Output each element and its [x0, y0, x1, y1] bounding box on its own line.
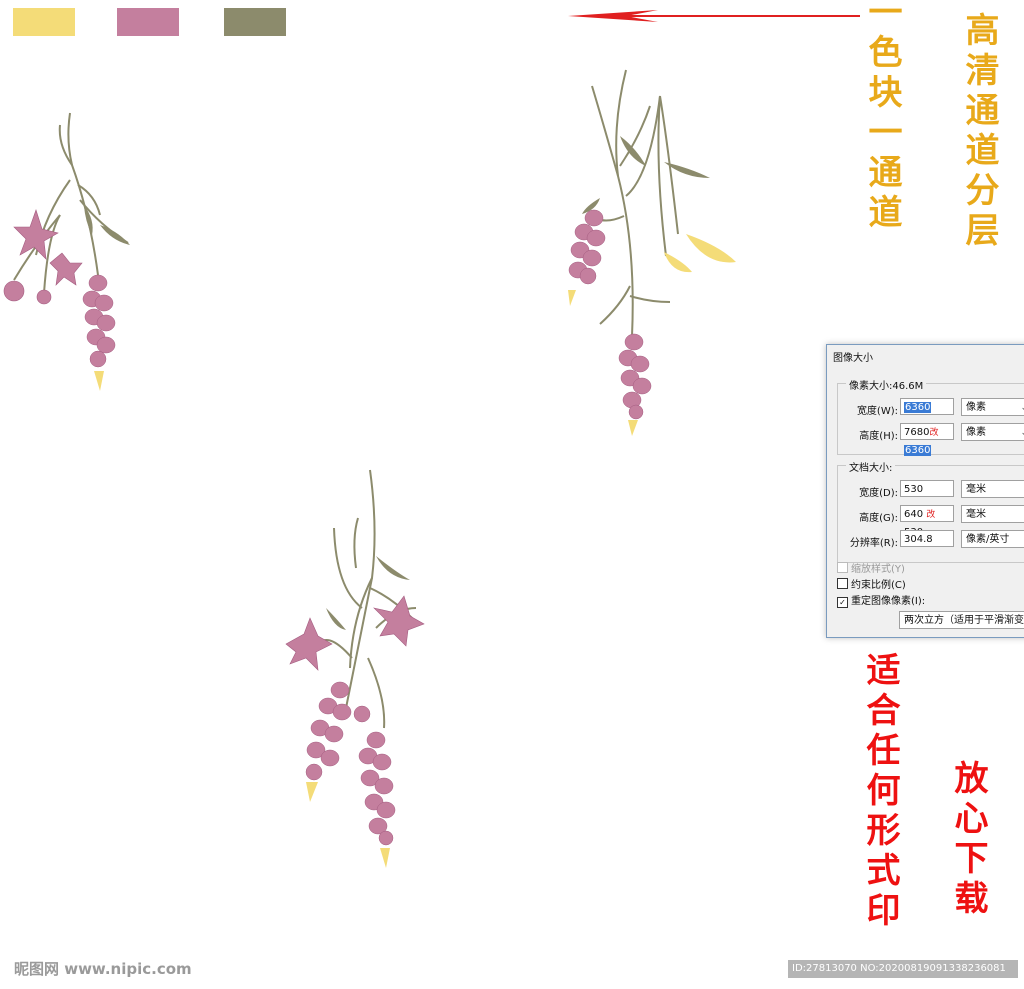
pixel-height-value: 6360	[904, 445, 932, 456]
document-size-group: 文档大小: 宽度(D): 530 毫米 高度(G): 640 改 530 毫米 …	[837, 459, 1024, 563]
pixel-dimensions-group: 像素大小:46.6M 宽度(W): 6360 像素 ⌄ 高度(H): 7680改 6…	[837, 377, 1024, 456]
resolution-label: 分辨率(R):	[849, 538, 898, 549]
scale-styles-checkbox[interactable]: 缩放样式(Y)	[837, 560, 905, 575]
resample-method-select[interactable]: 两次立方（适用于平滑渐变	[899, 611, 1024, 629]
resolution-input[interactable]: 304.8	[900, 530, 954, 547]
color-swatch-yellow	[13, 8, 75, 36]
doc-width-unit: 毫米	[966, 484, 986, 495]
doc-height-unit-select[interactable]: 毫米	[961, 505, 1024, 523]
edit-mark: 改	[929, 428, 939, 438]
pixel-height-unit-select[interactable]: 像素 ⌄	[961, 423, 1024, 441]
document-size-legend: 文档大小:	[846, 459, 896, 474]
image-size-dialog: 图像大小 像素大小:46.6M 宽度(W): 6360 像素 ⌄ 高度(H): 7…	[826, 344, 1024, 638]
constrain-label: 约束比例(C)	[851, 580, 906, 591]
resolution-unit-select[interactable]: 像素/英寸	[961, 530, 1024, 548]
resample-checkbox[interactable]: ✓ 重定图像像素(I):	[837, 592, 925, 608]
suit-print-text: 适合任何形式印	[860, 652, 900, 932]
pixel-height-unit: 像素	[966, 427, 986, 438]
scale-styles-label: 缩放样式(Y)	[851, 564, 905, 575]
doc-height-old: 640	[904, 509, 924, 520]
pixel-width-unit: 像素	[966, 402, 986, 413]
dialog-title: 图像大小	[833, 353, 873, 364]
doc-height-input[interactable]: 640 改 530	[900, 505, 954, 538]
checkmark-icon: ✓	[837, 597, 848, 608]
doc-width-label: 宽度(D):	[859, 488, 898, 499]
checkbox-box	[837, 578, 848, 589]
doc-width-value: 530	[904, 484, 924, 495]
red-arrow-icon	[568, 10, 860, 22]
site-logo-watermark: 昵图网 www.nipic.com	[14, 960, 192, 978]
doc-height-unit: 毫米	[966, 509, 986, 520]
flower-illustration-1	[3, 112, 130, 391]
safe-download-text: 放心下载	[948, 760, 988, 920]
pixel-height-input[interactable]: 7680改 6360	[900, 423, 954, 456]
pixel-width-input[interactable]: 6360	[900, 398, 954, 415]
pixel-width-label: 宽度(W):	[856, 406, 898, 417]
pixel-width-unit-select[interactable]: 像素 ⌄	[961, 398, 1024, 416]
pixel-height-old: 7680	[904, 427, 930, 438]
color-swatch-pink	[117, 8, 179, 36]
resolution-unit: 像素/英寸	[966, 534, 1010, 545]
resample-label: 重定图像像素(I):	[851, 596, 926, 607]
chevron-down-icon: ⌄	[1020, 424, 1024, 442]
flower-illustration-3	[285, 469, 425, 868]
flower-illustration-2	[568, 69, 736, 436]
color-swatch-olive	[224, 8, 286, 36]
checkbox-box	[837, 562, 848, 573]
pixel-dimensions-legend: 像素大小:46.6M	[846, 377, 927, 392]
doc-height-label: 高度(G):	[859, 513, 898, 524]
constrain-proportions-checkbox[interactable]: 约束比例(C)	[837, 576, 906, 591]
resolution-value: 304.8	[904, 534, 933, 545]
doc-width-unit-select[interactable]: 毫米	[961, 480, 1024, 498]
edit-mark: 改	[926, 510, 936, 520]
image-id-watermark: ID:27813070 NO:20200819091338236081	[788, 960, 1018, 978]
hd-layers-text: 高清通道分层	[959, 12, 999, 252]
pixel-height-label: 高度(H):	[859, 431, 898, 442]
one-channel-text: 一色块一通道	[862, 0, 902, 234]
chevron-down-icon: ⌄	[1020, 399, 1024, 417]
doc-width-input[interactable]: 530	[900, 480, 954, 497]
pixel-width-value: 6360	[904, 402, 932, 413]
